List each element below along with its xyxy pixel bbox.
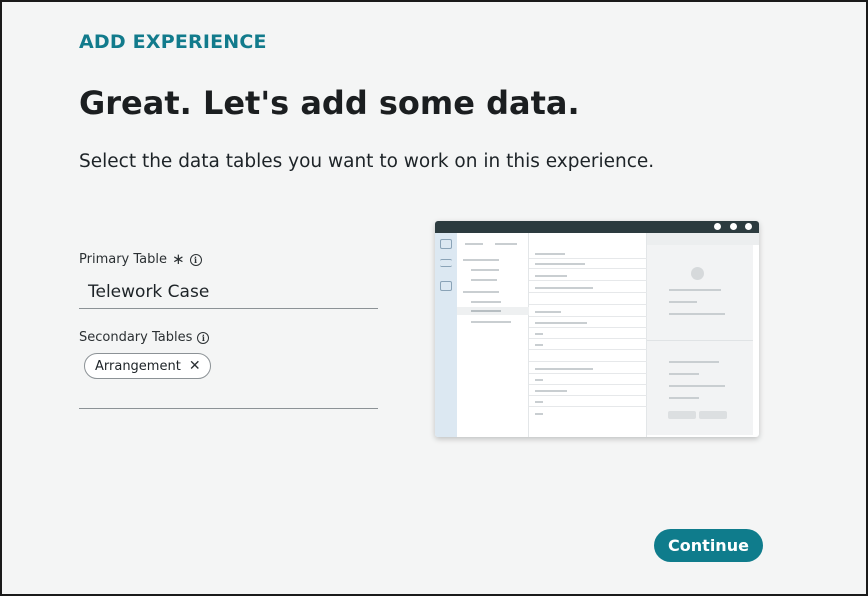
preview-button bbox=[668, 411, 696, 419]
secondary-tables-label-row: Secondary Tables i bbox=[79, 330, 210, 345]
eyebrow-heading: ADD EXPERIENCE bbox=[79, 31, 267, 53]
required-indicator: ∗ bbox=[172, 250, 185, 268]
secondary-tables-underline bbox=[79, 408, 378, 409]
experience-preview-illustration bbox=[435, 221, 759, 437]
preview-list bbox=[529, 233, 647, 437]
info-icon[interactable]: i bbox=[197, 331, 210, 344]
inbox-icon bbox=[440, 281, 452, 291]
primary-table-label: Primary Table bbox=[79, 252, 167, 267]
preview-nav bbox=[457, 233, 529, 437]
chip-label: Arrangement bbox=[95, 358, 181, 374]
home-icon bbox=[440, 239, 452, 249]
preview-rail bbox=[435, 233, 457, 437]
bell-icon bbox=[730, 223, 737, 230]
page-subtitle: Select the data tables you want to work … bbox=[79, 151, 655, 172]
preview-top-bar bbox=[435, 221, 759, 233]
secondary-table-chip[interactable]: Arrangement ✕ bbox=[84, 353, 211, 379]
primary-table-label-row: Primary Table ∗ i bbox=[79, 252, 202, 267]
primary-table-input[interactable]: Telework Case bbox=[88, 282, 209, 302]
close-icon[interactable]: ✕ bbox=[189, 359, 201, 373]
search-icon bbox=[714, 223, 721, 230]
page-title: Great. Let's add some data. bbox=[79, 84, 580, 122]
secondary-tables-label: Secondary Tables bbox=[79, 330, 193, 345]
preview-button bbox=[699, 411, 727, 419]
menu-icon bbox=[440, 259, 452, 267]
add-experience-dialog: ADD EXPERIENCE Great. Let's add some dat… bbox=[0, 0, 868, 596]
user-icon bbox=[745, 223, 752, 230]
continue-button[interactable]: Continue bbox=[654, 529, 763, 562]
primary-table-underline bbox=[79, 308, 378, 309]
info-icon[interactable]: i bbox=[189, 253, 202, 266]
avatar bbox=[691, 267, 704, 280]
